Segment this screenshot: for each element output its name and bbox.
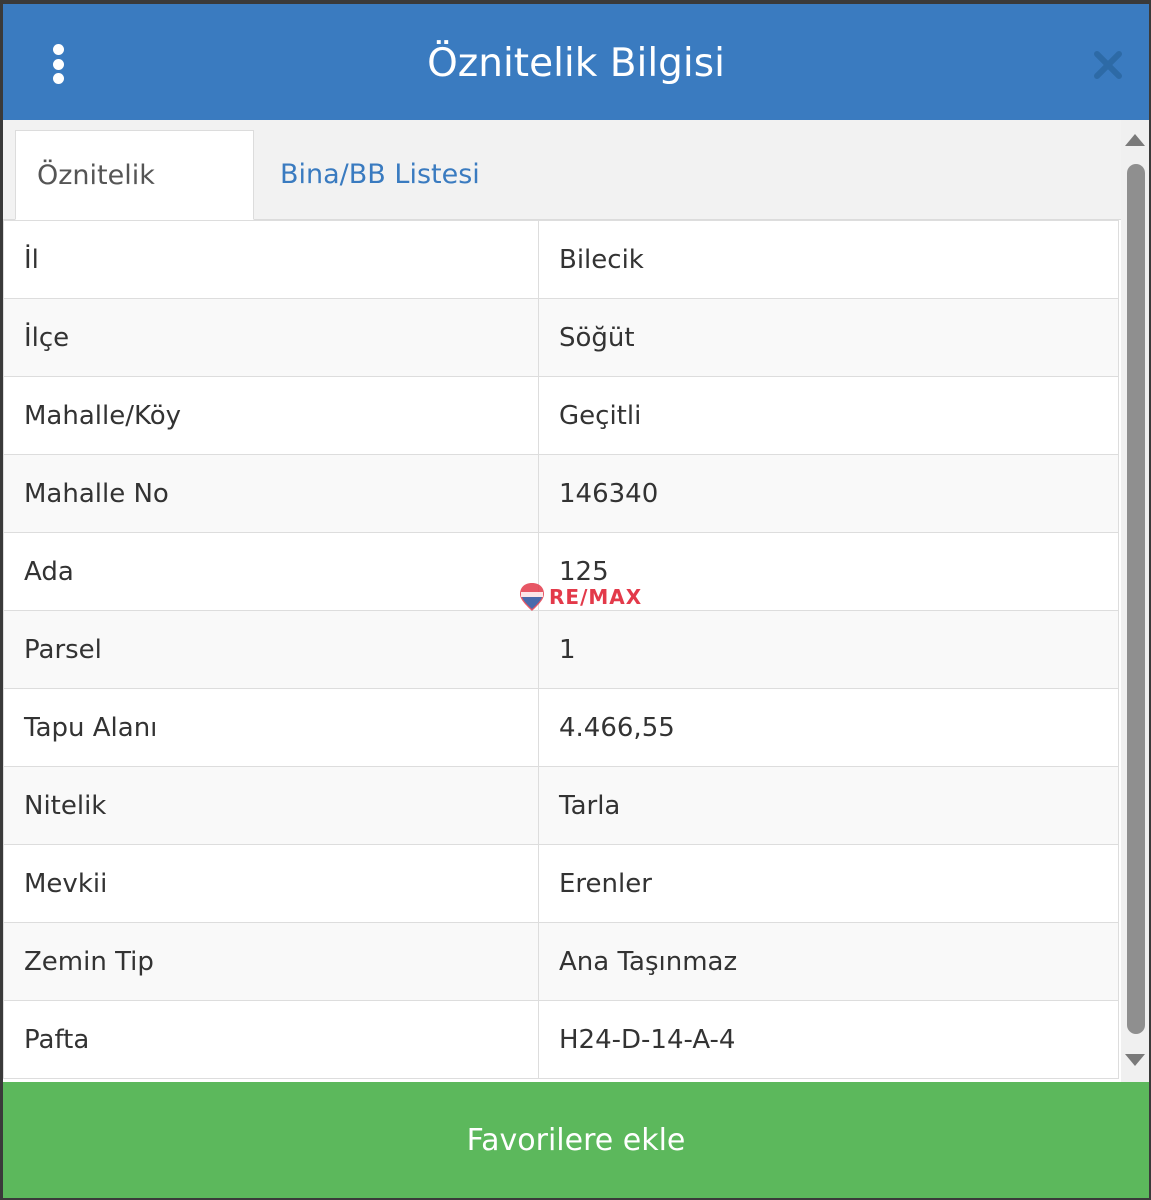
table-row: İl Bilecik xyxy=(3,220,1119,299)
table-row: Parsel 1 xyxy=(3,610,1119,689)
tab-attribute-info[interactable]: Öznitelik Bilgisi xyxy=(15,130,254,281)
row-value: 4.466,55 xyxy=(538,688,1119,767)
window-header: Öznitelik Bilgisi xyxy=(3,4,1149,120)
row-key: Parsel xyxy=(3,610,539,689)
row-value: 146340 xyxy=(538,454,1119,533)
table-row: Ada 125 xyxy=(3,532,1119,611)
tab-bar: Öznitelik Bilgisi Bina/BB Listesi xyxy=(3,120,1121,281)
row-value: Tarla xyxy=(538,766,1119,845)
row-key: Ada xyxy=(3,532,539,611)
vertical-scrollbar[interactable] xyxy=(1121,120,1149,1082)
scroll-up-arrow-icon[interactable] xyxy=(1125,134,1145,146)
scroll-thumb[interactable] xyxy=(1127,164,1145,1034)
table-row: İlçe Söğüt xyxy=(3,298,1119,377)
row-key: Tapu Alanı xyxy=(3,688,539,767)
row-value: 1 xyxy=(538,610,1119,689)
table-row: Zemin Tip Ana Taşınmaz xyxy=(3,922,1119,1001)
attribute-table-container: İl Bilecik İlçe Söğüt Mahalle/Köy Geçitl… xyxy=(3,220,1121,1082)
row-key: Mahalle/Köy xyxy=(3,376,539,455)
add-to-favorites-button[interactable]: Favorilere ekle xyxy=(3,1082,1149,1198)
table-row: Pafta H24-D-14-A-4 xyxy=(3,1000,1119,1079)
table-row: Mahalle No 146340 xyxy=(3,454,1119,533)
table-row: Tapu Alanı 4.466,55 xyxy=(3,688,1119,767)
table-row: Nitelik Tarla xyxy=(3,766,1119,845)
row-key: Nitelik xyxy=(3,766,539,845)
table-row: Mahalle/Köy Geçitli xyxy=(3,376,1119,455)
row-value: Geçitli xyxy=(538,376,1119,455)
row-value: H24-D-14-A-4 xyxy=(538,1000,1119,1079)
row-value: 125 xyxy=(538,532,1119,611)
tab-building-list[interactable]: Bina/BB Listesi xyxy=(259,130,501,220)
row-key: İl xyxy=(3,220,539,299)
attribute-info-window: Öznitelik Bilgisi Öznitelik Bilgisi Bina… xyxy=(3,4,1149,1198)
close-icon[interactable] xyxy=(1091,48,1125,82)
row-value: Bilecik xyxy=(538,220,1119,299)
row-key: Mevkii xyxy=(3,844,539,923)
row-value: Ana Taşınmaz xyxy=(538,922,1119,1001)
window-title: Öznitelik Bilgisi xyxy=(427,41,725,86)
row-key: Mahalle No xyxy=(3,454,539,533)
row-key: İlçe xyxy=(3,298,539,377)
attribute-table: İl Bilecik İlçe Söğüt Mahalle/Köy Geçitl… xyxy=(3,220,1119,1079)
row-value: Söğüt xyxy=(538,298,1119,377)
table-row: Mevkii Erenler xyxy=(3,844,1119,923)
row-key: Zemin Tip xyxy=(3,922,539,1001)
row-key: Pafta xyxy=(3,1000,539,1079)
scroll-down-arrow-icon[interactable] xyxy=(1125,1054,1145,1066)
row-value: Erenler xyxy=(538,844,1119,923)
